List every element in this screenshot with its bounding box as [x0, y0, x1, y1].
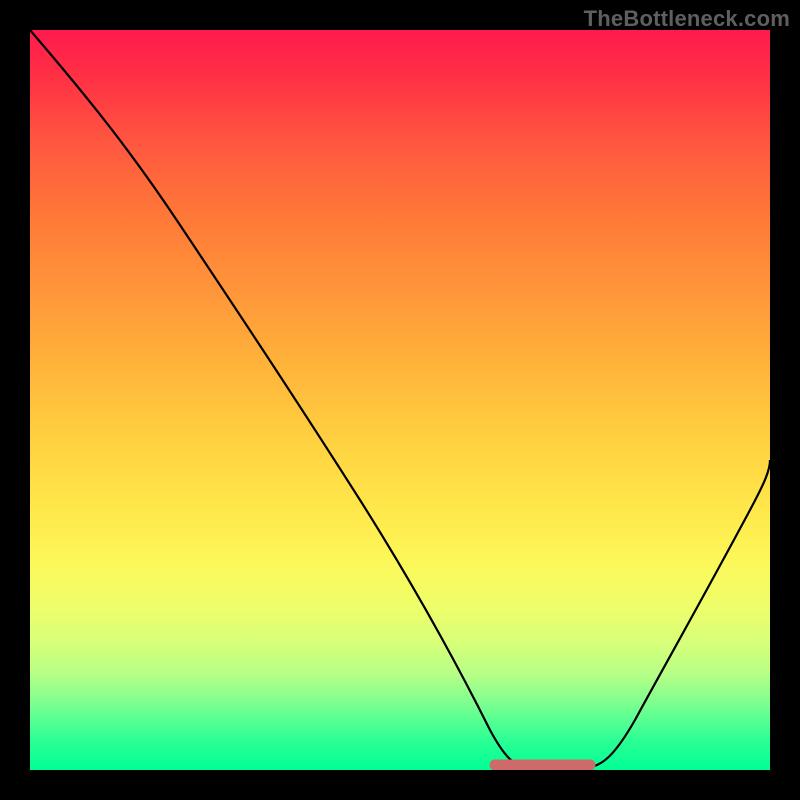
curve-layer [30, 30, 770, 770]
plot-area [30, 30, 770, 770]
bottleneck-curve-path [30, 30, 770, 768]
chart-container: TheBottleneck.com [0, 0, 800, 800]
watermark-text: TheBottleneck.com [584, 6, 790, 32]
